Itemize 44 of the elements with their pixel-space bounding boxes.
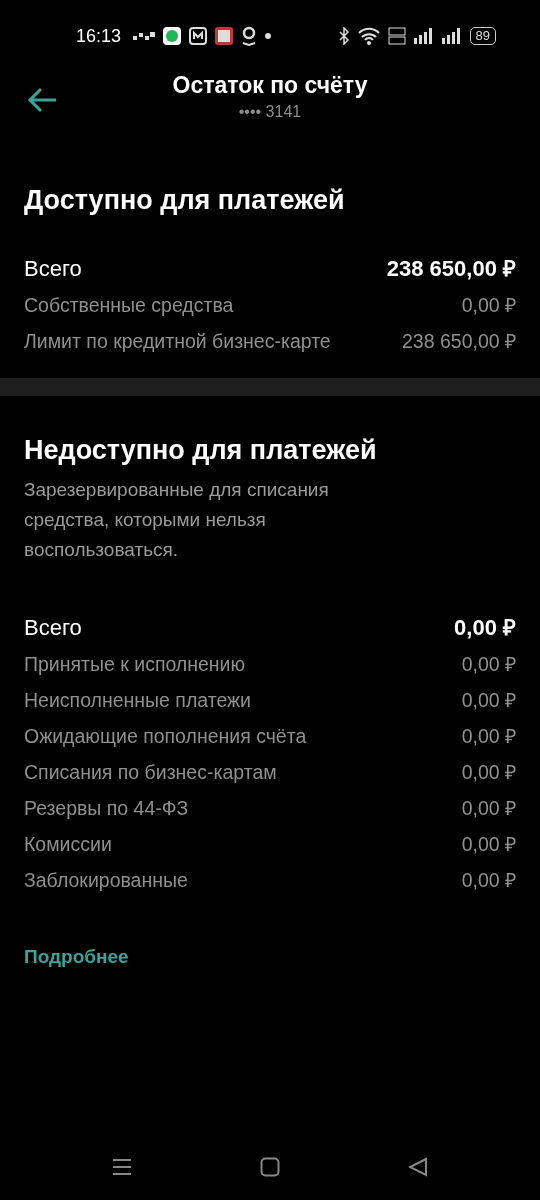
row-label: Неисполненные платежи bbox=[24, 687, 251, 713]
section-title: Доступно для платежей bbox=[24, 184, 346, 217]
row-label: Резервы по 44-ФЗ bbox=[24, 795, 189, 821]
bluetooth-icon bbox=[337, 27, 350, 45]
row-amount: 0,00 ₽ bbox=[461, 867, 516, 893]
row-label: Принятые к исполнению bbox=[24, 651, 246, 677]
row-amount: 0,00 ₽ bbox=[461, 795, 516, 821]
row-label: Собственные средства bbox=[24, 293, 234, 319]
signal-icon bbox=[441, 28, 462, 44]
row-label: Лимит по кредитной бизнес-карте bbox=[24, 329, 331, 355]
row-amount: 0,00 ₽ bbox=[461, 723, 516, 749]
row-amount: 238 650,00 ₽ bbox=[386, 255, 516, 284]
row-label: Списания по бизнес-картам bbox=[24, 759, 277, 785]
more-link[interactable]: Подробнее bbox=[24, 945, 129, 967]
battery-level: 89 bbox=[469, 27, 496, 45]
row-amount: 0,00 ₽ bbox=[461, 293, 516, 319]
row-amount: 0,00 ₽ bbox=[461, 831, 516, 857]
account-number: •••• 3141 bbox=[238, 101, 302, 122]
wifi-icon bbox=[357, 27, 380, 45]
app-icon bbox=[215, 27, 234, 45]
row-label: Всего bbox=[24, 613, 82, 642]
row-label: Ожидающие пополнения счёта bbox=[24, 723, 307, 749]
signal-icon bbox=[413, 28, 434, 44]
section-description: Зарезервированные для списания средства, которыми нельзя воспользоваться. bbox=[24, 477, 330, 562]
dots-icon bbox=[133, 30, 156, 42]
page-title: Остаток по счёту bbox=[172, 72, 368, 100]
back-icon[interactable] bbox=[408, 1157, 428, 1177]
menu-icon[interactable] bbox=[112, 1158, 132, 1176]
home-icon[interactable] bbox=[260, 1157, 280, 1177]
row-label: Комиссии bbox=[24, 831, 112, 857]
dot-icon bbox=[265, 33, 272, 39]
status-time: 16:13 bbox=[76, 24, 122, 48]
app-icon bbox=[189, 27, 208, 45]
row-label: Заблокированные bbox=[24, 867, 188, 893]
back-arrow-icon[interactable] bbox=[26, 86, 58, 114]
section-title: Недоступно для платежей bbox=[24, 434, 378, 467]
pin-icon bbox=[241, 26, 258, 46]
row-label: Всего bbox=[24, 255, 82, 284]
row-amount: 238 650,00 ₽ bbox=[402, 329, 516, 355]
row-amount: 0,00 ₽ bbox=[461, 759, 516, 785]
row-amount: 0,00 ₽ bbox=[454, 613, 516, 642]
app-icon bbox=[163, 27, 182, 45]
row-amount: 0,00 ₽ bbox=[461, 651, 516, 677]
row-amount: 0,00 ₽ bbox=[461, 687, 516, 713]
